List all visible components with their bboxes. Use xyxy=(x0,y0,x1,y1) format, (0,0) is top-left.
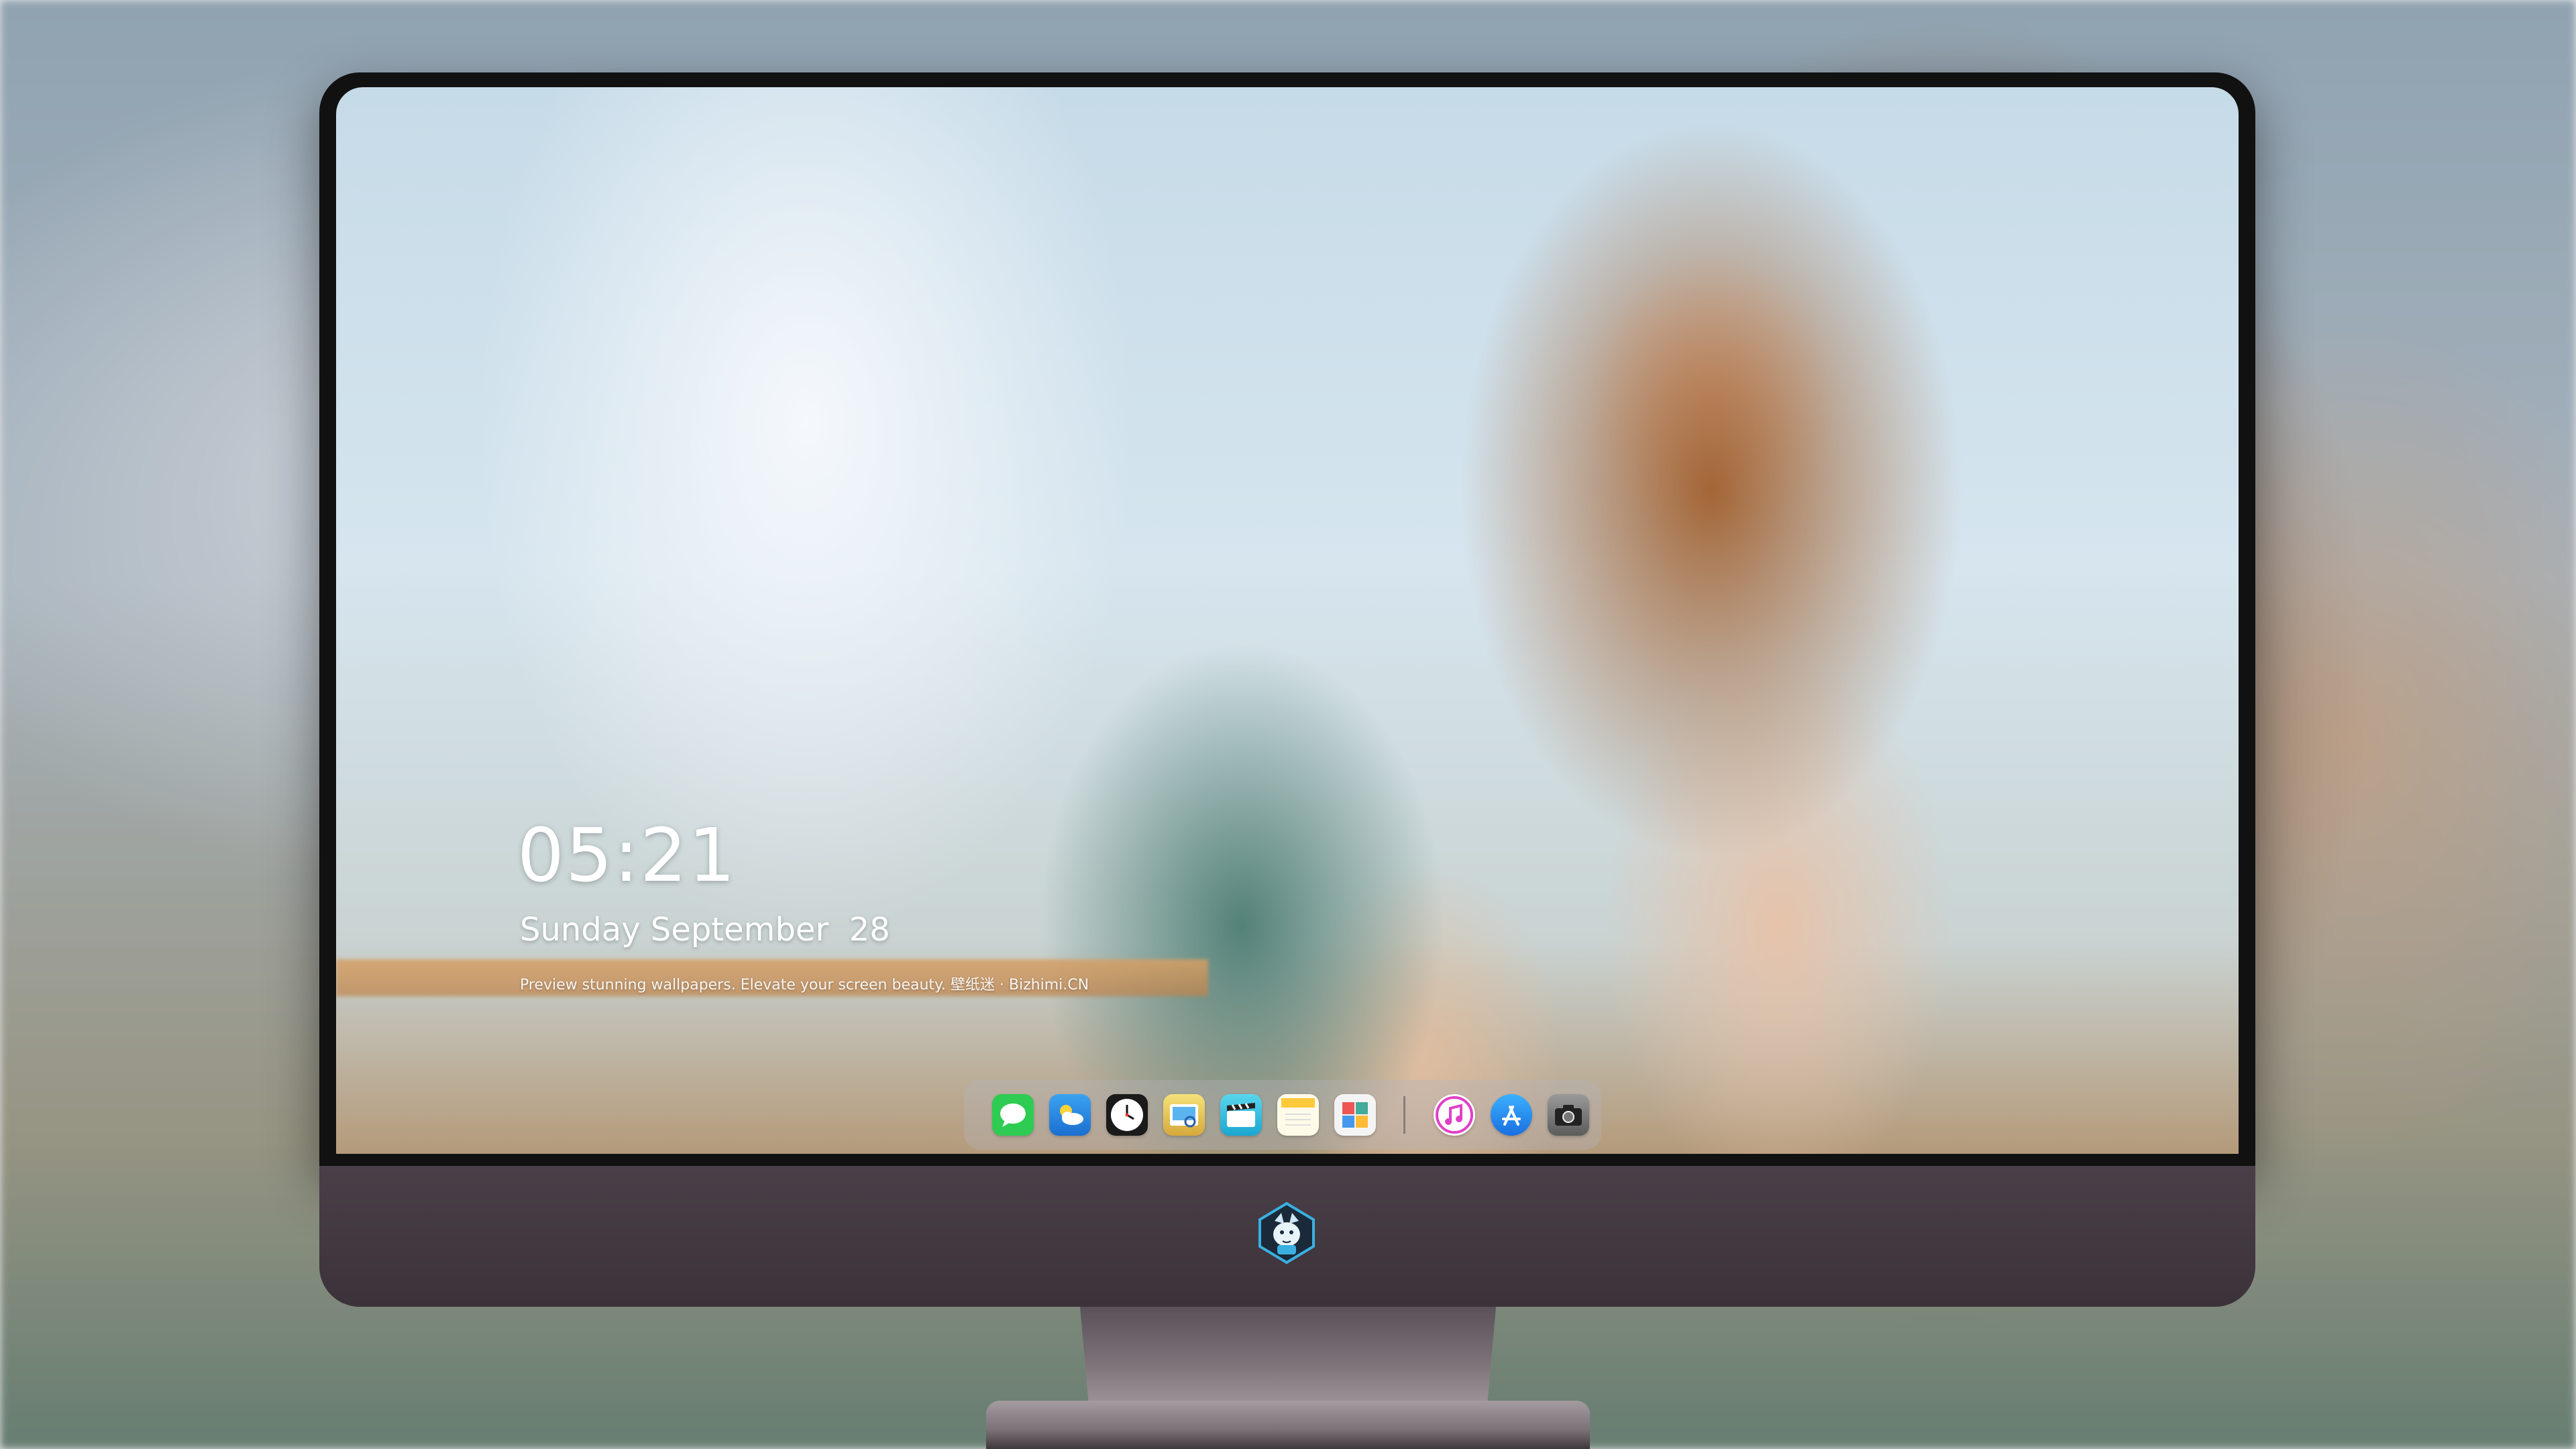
clock-icon[interactable] xyxy=(1106,1094,1148,1136)
photo-gallery-icon[interactable] xyxy=(1334,1094,1376,1136)
app-dock xyxy=(964,1080,1601,1150)
music-icon[interactable] xyxy=(1434,1094,1475,1136)
monitor-stand-neck xyxy=(1080,1307,1496,1401)
lockscreen-tagline: Preview stunning wallpapers. Elevate you… xyxy=(520,977,1089,994)
lockscreen-date: Sunday September 28 xyxy=(520,911,890,949)
lockscreen-time: 05:21 xyxy=(517,812,737,898)
app-store-icon[interactable] xyxy=(1491,1094,1532,1136)
weather-icon[interactable] xyxy=(1049,1094,1091,1136)
messages-icon[interactable] xyxy=(992,1094,1034,1136)
video-editor-icon[interactable] xyxy=(1220,1094,1262,1136)
preview-icon[interactable] xyxy=(1163,1094,1205,1136)
notes-icon[interactable] xyxy=(1277,1094,1319,1136)
dock-separator xyxy=(1403,1096,1405,1134)
wolf-mascot-icon xyxy=(1254,1201,1319,1265)
monitor-screen: 05:21 Sunday September 28 Preview stunni… xyxy=(336,87,2239,1154)
camera-icon[interactable] xyxy=(1548,1094,1589,1136)
monitor-stand-foot xyxy=(986,1401,1590,1449)
